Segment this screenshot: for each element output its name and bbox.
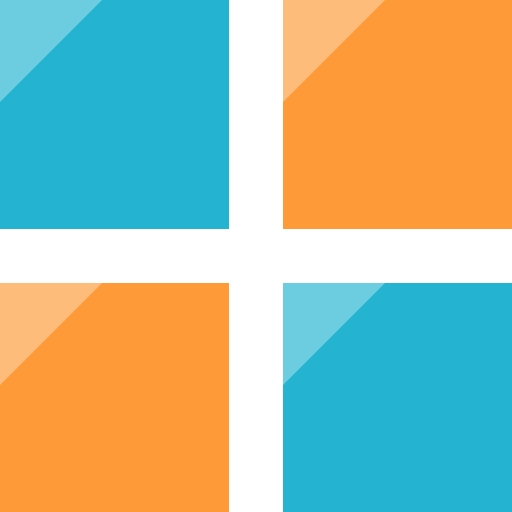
four-square-grid-icon [0,0,512,512]
tile-top-left [0,0,229,229]
tile-bottom-left [0,283,229,512]
tile-top-right [283,0,512,229]
tile-bottom-right [283,283,512,512]
app-icon [0,0,512,512]
